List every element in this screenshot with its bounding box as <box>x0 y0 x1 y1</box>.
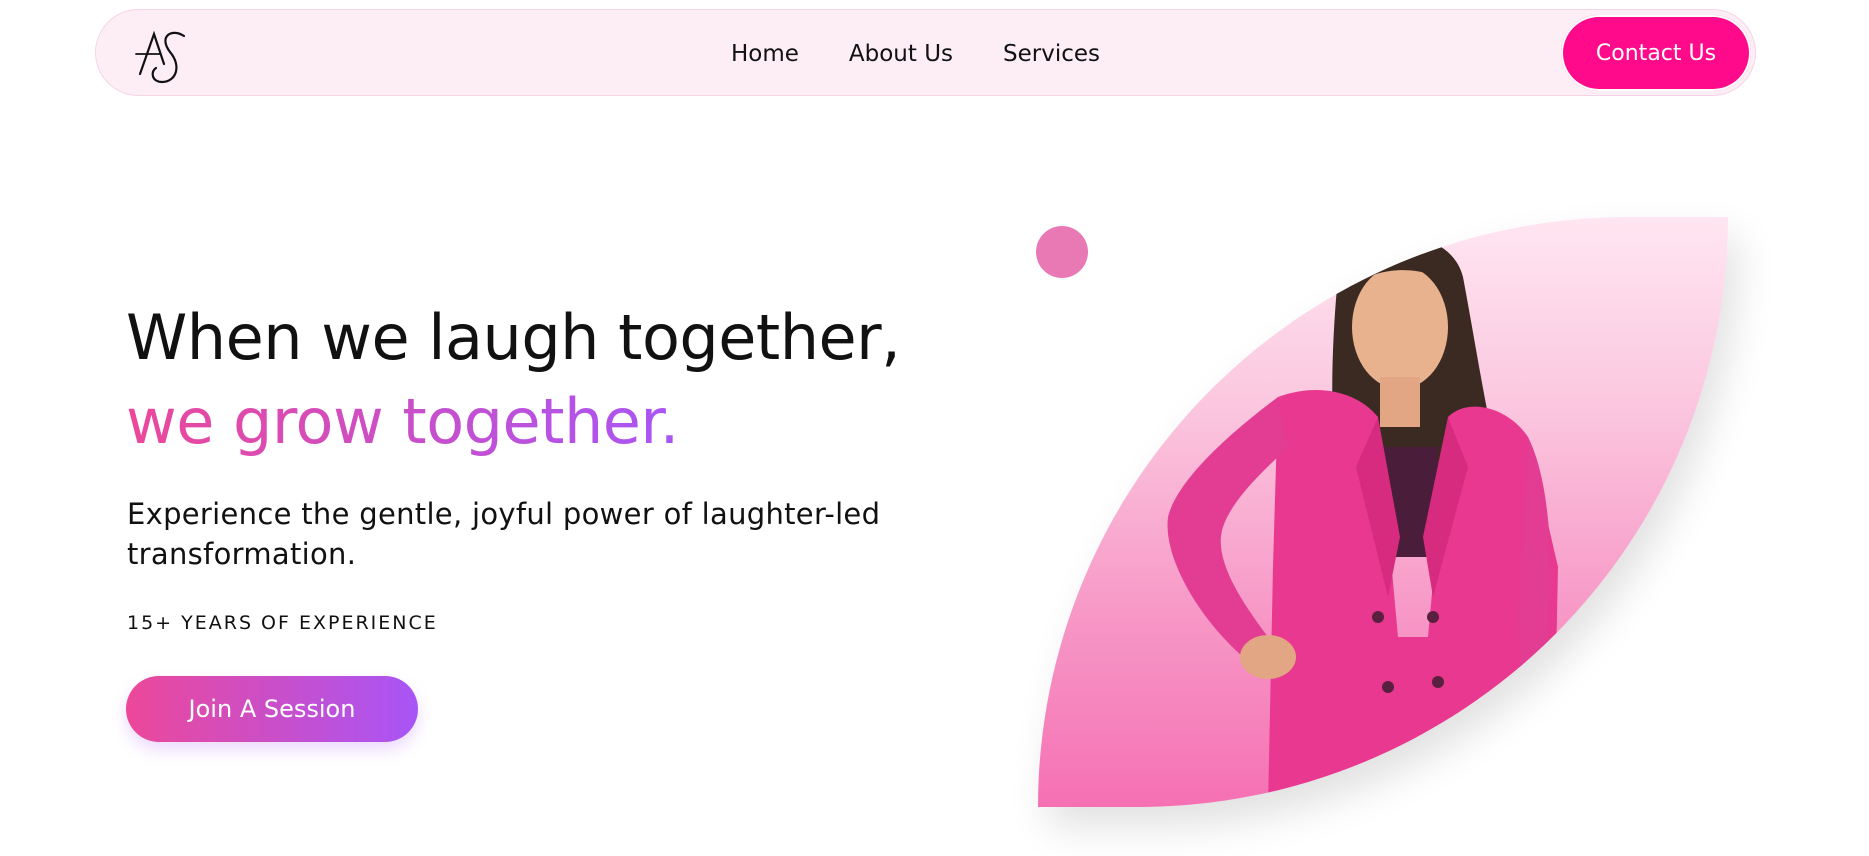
accent-dot <box>1036 226 1088 278</box>
hero-title-line1: When we laugh together, <box>126 301 901 374</box>
hero-title: When we laugh together, we grow together… <box>126 296 986 474</box>
main-nav: Home About Us Services <box>96 10 1755 97</box>
hero-title-line2: we grow together. <box>126 380 679 464</box>
nav-home-link[interactable]: Home <box>731 41 799 67</box>
nav-services-link[interactable]: Services <box>1003 41 1100 67</box>
experience-label: 15+ YEARS OF EXPERIENCE <box>127 612 438 634</box>
top-navbar: Home About Us Services Contact Us <box>95 9 1756 96</box>
portrait-photo <box>1167 235 1558 807</box>
nav-about-link[interactable]: About Us <box>849 41 953 67</box>
hero-subtitle: Experience the gentle, joyful power of l… <box>127 497 881 571</box>
contact-us-button[interactable]: Contact Us <box>1561 15 1751 91</box>
hero-photo-card <box>1038 217 1728 807</box>
join-session-button[interactable]: Join A Session <box>126 676 418 742</box>
